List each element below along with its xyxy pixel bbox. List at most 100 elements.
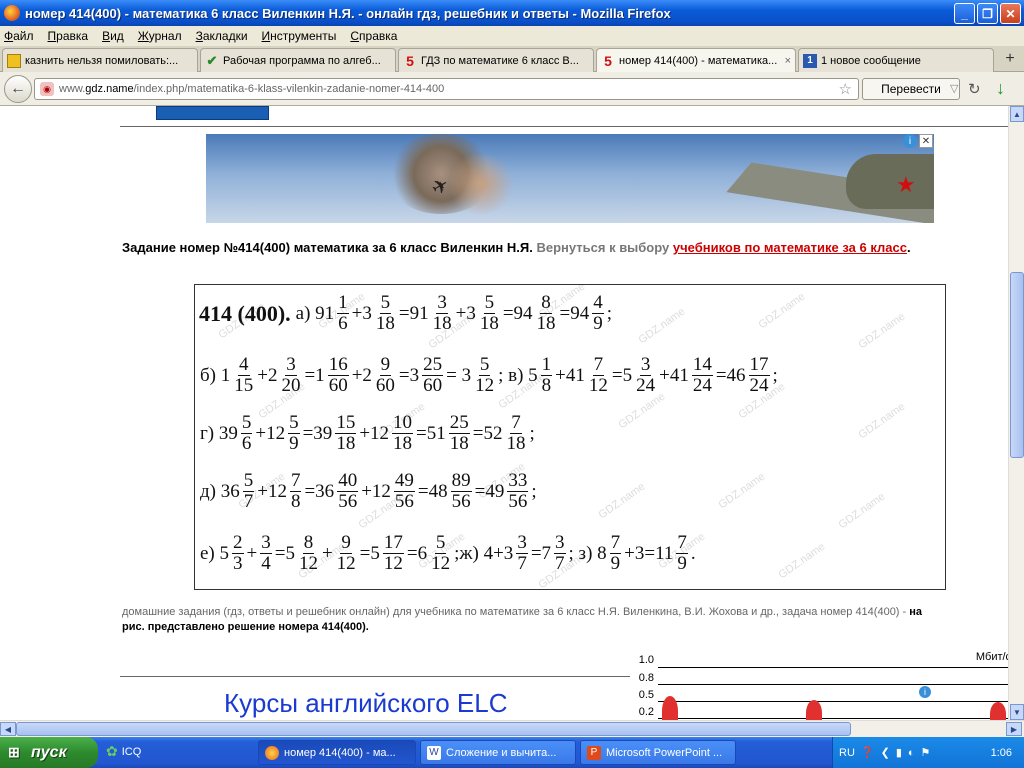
menu-view[interactable]: Вид <box>102 29 124 43</box>
tab-1[interactable]: казнить нельзя помиловать:... <box>2 48 198 72</box>
scroll-up-icon[interactable]: ▲ <box>1010 106 1024 122</box>
reload-icon[interactable]: ↻ <box>968 80 981 98</box>
battery-icon[interactable]: ▮ <box>896 746 902 759</box>
menu-edit[interactable]: Правка <box>48 29 89 43</box>
numerator: 3 <box>516 532 528 554</box>
ad-smoke <box>446 154 516 214</box>
operator-text: =51 <box>416 422 446 444</box>
language-indicator[interactable]: RU <box>839 747 855 759</box>
window-titlebar[interactable]: номер 414(400) - математика 6 класс Виле… <box>0 0 1024 26</box>
numerator: 7 <box>289 470 302 492</box>
network-unit: Мбит/сек <box>975 651 1008 663</box>
fraction: 7 18 <box>505 413 526 454</box>
numerator: 1 <box>540 354 553 376</box>
tab-3[interactable]: 5 ГДЗ по математике 6 класс В... <box>398 48 594 72</box>
download-icon[interactable]: ↓ <box>996 78 1005 99</box>
network-label: 1.0 <box>638 654 654 666</box>
scroll-right-icon[interactable]: ▶ <box>1006 722 1022 736</box>
translate-button[interactable]: Перевести <box>862 78 960 100</box>
help-icon[interactable]: ❓ <box>861 746 875 759</box>
fraction: 57 <box>242 471 255 512</box>
tab-label: номер 414(400) - математика... <box>619 54 778 67</box>
red-star-icon: ★ <box>896 172 916 197</box>
document-icon: W <box>427 745 441 760</box>
dropdown-arrow-icon[interactable]: ▽ <box>950 82 958 95</box>
url-bar[interactable]: ◉ www. gdz.name/index.php/matematika-6-kl… <box>34 78 859 100</box>
flag-icon[interactable]: ⚑ <box>921 746 931 759</box>
start-label: пуск <box>31 743 67 761</box>
operator-text: =94 <box>559 302 590 324</box>
numerator: 5 <box>434 532 447 554</box>
clock[interactable]: 1:06 <box>991 747 1012 759</box>
heading-title: Задание номер №414(400) математика за 6 … <box>122 240 533 255</box>
tab-4-active[interactable]: 5 номер 414(400) - математика... × <box>596 48 796 72</box>
menu-help[interactable]: Справка <box>350 29 397 43</box>
denominator: 60 <box>375 375 395 396</box>
description-tail: на <box>909 606 923 618</box>
horizontal-scrollbar[interactable]: ◀ ▶ <box>0 720 1024 737</box>
denominator: 18 <box>479 313 499 334</box>
powerpoint-icon: P <box>587 745 601 760</box>
task-word[interactable]: W Сложение и вычита... <box>420 740 576 765</box>
numerator: 17 <box>748 354 770 376</box>
maximize-button[interactable]: ❐ <box>977 3 998 24</box>
tab-5[interactable]: 1 1 новое сообщение <box>798 48 994 72</box>
operator-text: = 3 <box>446 364 472 386</box>
ad-banner[interactable]: ✈ ★ <box>206 134 934 223</box>
denominator: 56 <box>338 491 358 512</box>
bookmark-star-icon[interactable]: ☆ <box>839 80 852 98</box>
operator-text: ;ж) 4+3 <box>454 542 514 564</box>
scroll-down-icon[interactable]: ▼ <box>1010 704 1024 720</box>
back-button[interactable]: ← <box>4 75 32 103</box>
antivirus-icon[interactable]: ◐ <box>908 747 915 759</box>
network-label: 0.5 <box>638 689 654 701</box>
denominator: 56 <box>394 491 414 512</box>
site-header-block <box>156 106 269 120</box>
menu-tools[interactable]: Инструменты <box>262 29 337 43</box>
task-firefox[interactable]: номер 414(400) - ма... <box>258 740 416 765</box>
scroll-left-icon[interactable]: ◀ <box>0 722 16 736</box>
denominator: 12 <box>475 375 495 396</box>
operator-text: =7 <box>530 542 552 564</box>
info-icon[interactable]: i <box>919 686 931 698</box>
operator-text: +12 <box>255 422 286 444</box>
gdz-logo-icon: 5 <box>604 52 612 69</box>
fraction: 49 <box>592 293 604 334</box>
menu-file[interactable]: Файл <box>4 29 34 43</box>
ad-info-icon[interactable]: i <box>903 134 917 148</box>
minimize-button[interactable]: _ <box>954 3 975 24</box>
ad-text-link[interactable]: Курсы английского ELC <box>224 688 507 719</box>
tab-2[interactable]: ✔ Рабочая программа по алгеб... <box>200 48 396 72</box>
close-button[interactable]: ✕ <box>1000 3 1021 24</box>
fraction: 5 12 <box>430 533 451 574</box>
operator-text: =3 <box>398 364 420 386</box>
new-tab-button[interactable]: + <box>1000 48 1020 70</box>
menu-bookmarks[interactable]: Закладки <box>196 29 248 43</box>
numerator: 3 <box>639 354 652 376</box>
start-button[interactable]: ⊞ пуск <box>0 737 98 768</box>
numerator: 7 <box>609 532 622 554</box>
description-text: домашние задания (гдз, ответы и решебник… <box>122 606 907 618</box>
scroll-thumb[interactable] <box>16 722 851 736</box>
taskbar: ⊞ пуск ✿ ICQ номер 414(400) - ма... W Сл… <box>0 737 1024 768</box>
textbooks-link[interactable]: учебников по математике за 6 класс <box>673 240 907 255</box>
line-prefix: а) 91 <box>295 302 335 324</box>
numerator: 8 <box>302 532 315 554</box>
task-label: Microsoft PowerPoint ... <box>606 746 723 759</box>
firefox-icon <box>4 5 20 21</box>
close-tab-icon[interactable]: × <box>785 55 791 67</box>
task-powerpoint[interactable]: P Microsoft PowerPoint ... <box>580 740 736 765</box>
scroll-thumb[interactable] <box>1010 272 1024 458</box>
operator-text: =46 <box>715 364 746 386</box>
tray-arrow-icon[interactable]: ❮ <box>881 746 890 759</box>
fraction: 49 56 <box>393 471 415 512</box>
ad-close-icon[interactable]: ✕ <box>919 134 933 148</box>
fraction: 16 60 <box>327 355 349 396</box>
task-label: номер 414(400) - ма... <box>284 746 396 759</box>
quick-launch-icq[interactable]: ✿ ICQ <box>106 743 141 760</box>
solution-line-3: г) 39 5 6 +12 5 9 =39 15 18 +12 10 18 =51 25 18 =52 7 18; <box>199 413 536 454</box>
menu-history[interactable]: Журнал <box>138 29 182 43</box>
operator-text: +12 <box>359 422 390 444</box>
vertical-scrollbar[interactable]: ▲ ▼ <box>1008 106 1024 720</box>
operator-text: =5 <box>359 542 380 564</box>
